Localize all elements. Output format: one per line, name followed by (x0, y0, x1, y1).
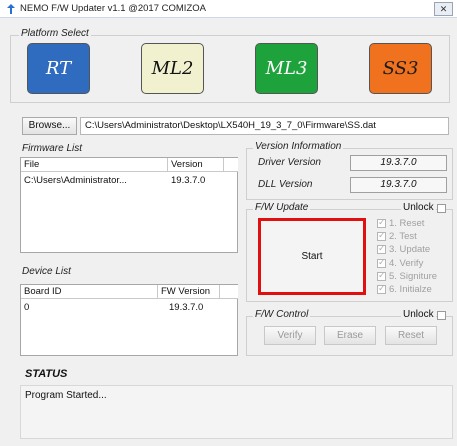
device-col-fw-version[interactable]: FW Version (158, 285, 220, 299)
start-button[interactable]: Start (258, 218, 366, 295)
device-col-filler (220, 285, 238, 299)
fw-control-unlock-label: Unlock (401, 309, 436, 320)
firmware-list-label: Firmware List (22, 143, 83, 154)
erase-button[interactable]: Erase (324, 326, 376, 345)
version-info-legend: Version Information (253, 141, 344, 152)
firmware-list-table[interactable]: File Version C:\Users\Administrator... 1… (20, 157, 238, 253)
step-signiture-label: 5. Signiture (389, 271, 438, 282)
step-update-label: 3. Update (389, 244, 431, 255)
reset-button[interactable]: Reset (385, 326, 437, 345)
platform-rt-button[interactable]: RT (27, 43, 90, 94)
fw-control-unlock-checkbox[interactable] (437, 311, 446, 320)
device-list-label: Device List (22, 266, 71, 277)
status-area: Program Started... (20, 385, 453, 439)
platform-select-legend: Platform Select (19, 28, 91, 39)
status-heading: STATUS (25, 368, 68, 380)
step-reset-label: 1. Reset (389, 218, 425, 229)
dll-version-label: DLL Version (258, 179, 313, 190)
driver-version-label: Driver Version (258, 157, 321, 168)
step-verify-label: 4. Verify (389, 258, 424, 269)
step-initialze-label: 6. Initialze (389, 284, 432, 295)
fw-update-steps: 1. Reset 2. Test 3. Update 4. Verify 5. … (377, 217, 449, 298)
status-message: Program Started... (25, 390, 107, 401)
verify-button[interactable]: Verify (264, 326, 316, 345)
driver-version-value: 19.3.7.0 (350, 155, 447, 171)
platform-ml3-button[interactable]: ML3 (255, 43, 318, 94)
fw-update-unlock-label: Unlock (401, 202, 436, 213)
platform-ss3-button[interactable]: SS3 (369, 43, 432, 94)
start-button-label: Start (301, 251, 323, 262)
step-initialze-checkbox (377, 283, 386, 294)
platform-rt-label: RT (45, 58, 72, 79)
table-row[interactable]: C:\Users\Administrator... (24, 175, 164, 186)
platform-ml3-label: ML3 (265, 58, 308, 79)
device-list-table[interactable]: Board ID FW Version 0 19.3.7.0 (20, 284, 238, 356)
fw-update-legend: F/W Update (253, 202, 311, 213)
step-test-checkbox (377, 230, 386, 241)
platform-ss3-label: SS3 (382, 58, 419, 79)
firmware-col-version[interactable]: Version (168, 158, 224, 172)
step-update-checkbox (377, 243, 386, 254)
step-signiture-checkbox (377, 270, 386, 281)
firmware-col-filler (224, 158, 238, 172)
firmware-col-file[interactable]: File (21, 158, 168, 172)
firmware-path-field[interactable]: C:\Users\Administrator\Desktop\LX540H_19… (80, 117, 449, 135)
platform-ml2-button[interactable]: ML2 (141, 43, 204, 94)
fw-update-unlock-checkbox[interactable] (437, 204, 446, 213)
browse-button[interactable]: Browse... (22, 117, 77, 135)
app-icon (7, 4, 15, 14)
step-reset-checkbox (377, 217, 386, 228)
step-test-label: 2. Test (389, 231, 417, 242)
device-col-board-id[interactable]: Board ID (21, 285, 158, 299)
window-title: NEMO F/W Updater v1.1 @2017 COMIZOA (20, 3, 206, 14)
dll-version-value: 19.3.7.0 (350, 177, 447, 193)
firmware-row-version: 19.3.7.0 (171, 175, 206, 186)
device-row-version: 19.3.7.0 (169, 302, 204, 313)
platform-ml2-label: ML2 (151, 58, 194, 79)
fw-control-legend: F/W Control (253, 309, 311, 320)
close-button[interactable]: ✕ (434, 2, 453, 16)
step-verify-checkbox (377, 257, 386, 268)
title-bar: NEMO F/W Updater v1.1 @2017 COMIZOA ✕ (0, 0, 457, 18)
table-row[interactable]: 0 (24, 302, 144, 313)
